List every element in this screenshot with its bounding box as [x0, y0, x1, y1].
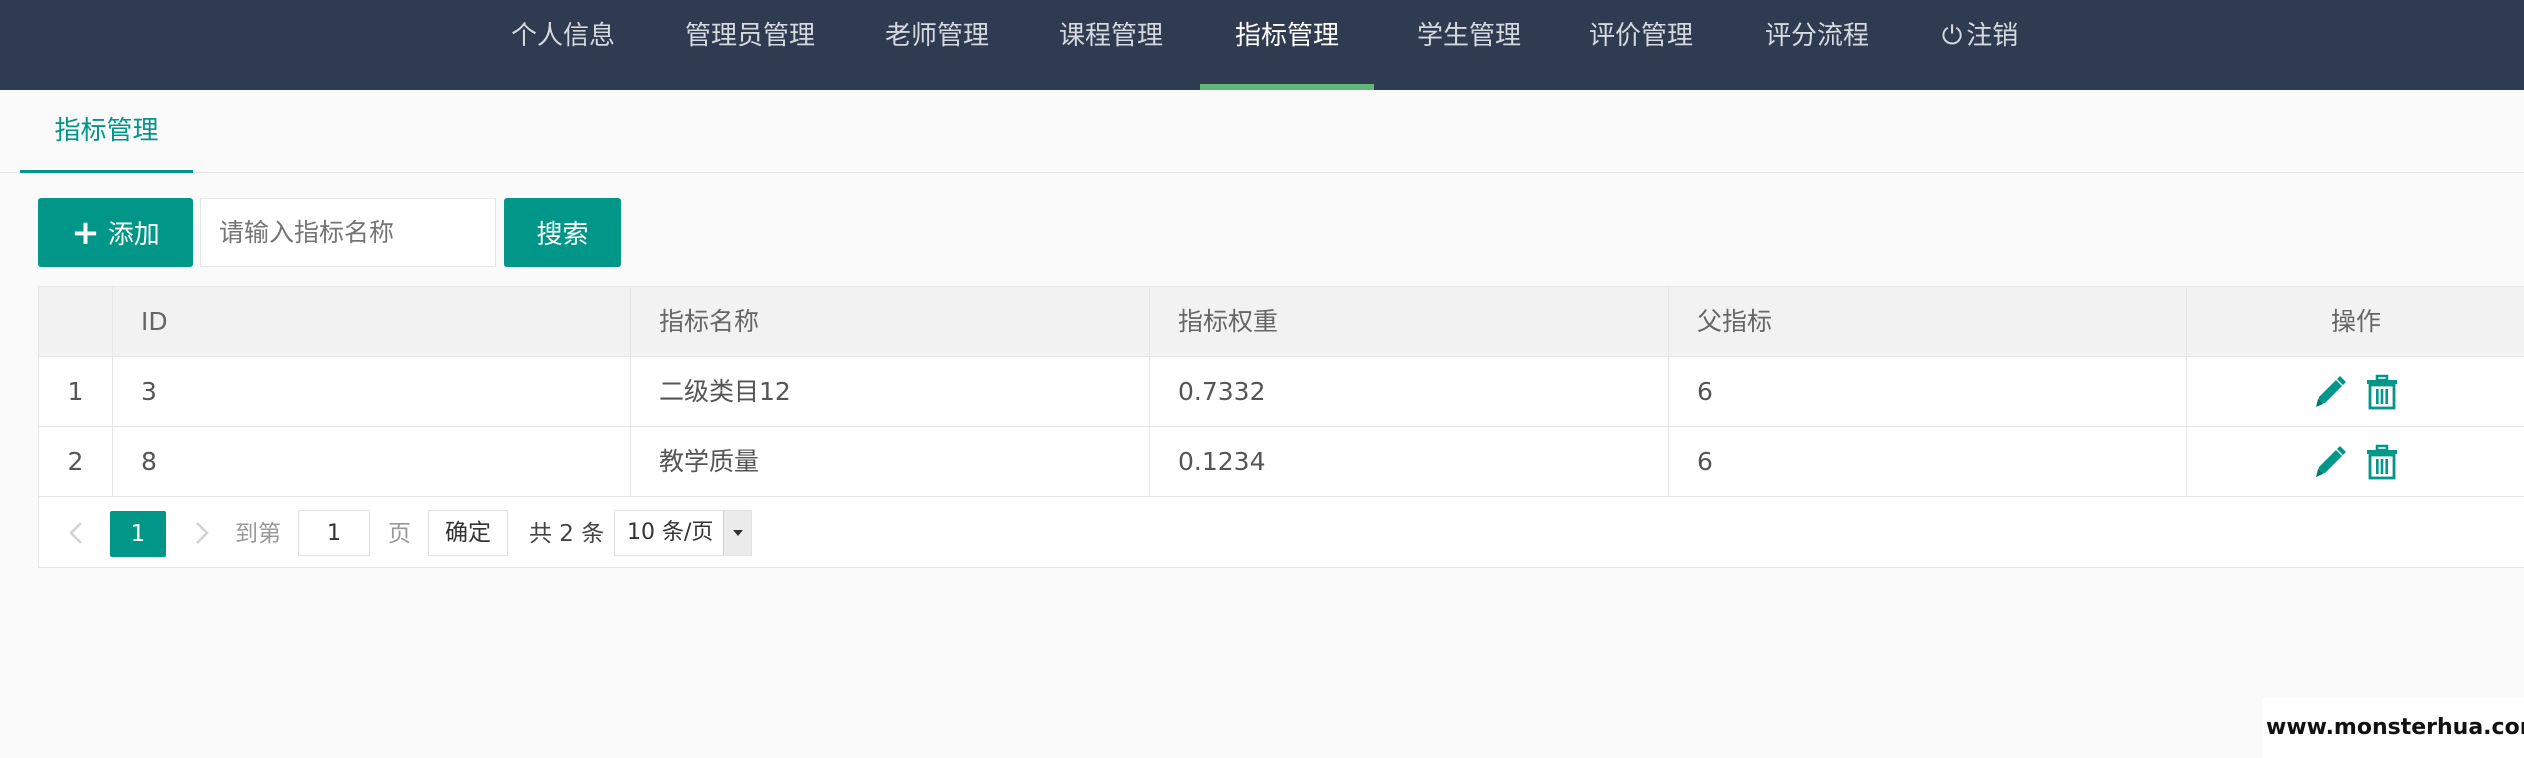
header-indicator-name: 指标名称 — [631, 287, 1150, 356]
nav-item-scoring-process[interactable]: 评分流程 — [1754, 0, 1880, 90]
watermark: www.monsterhua.com — [2262, 698, 2524, 758]
cell-id: 3 — [113, 357, 631, 426]
trash-icon[interactable] — [2365, 374, 2399, 410]
confirm-button[interactable]: 确定 — [428, 510, 508, 556]
total-count: 共 2 条 — [529, 521, 605, 547]
goto-label: 到第 — [235, 521, 281, 547]
nav-item-student-management[interactable]: 学生管理 — [1406, 0, 1532, 90]
top-navigation: 个人信息 管理员管理 老师管理 课程管理 指标管理 学生管理 评价管理 评分流程… — [0, 0, 2524, 90]
tab-indicator-management[interactable]: 指标管理 — [20, 90, 193, 173]
nav-item-course-management[interactable]: 课程管理 — [1048, 0, 1174, 90]
nav-item-indicator-management[interactable]: 指标管理 — [1200, 0, 1374, 90]
power-icon: ⏻ — [1941, 21, 1963, 51]
page-size-select[interactable]: 10 条/页 — [614, 510, 752, 556]
header-id: ID — [113, 287, 631, 356]
cell-parent-indicator: 6 — [1669, 427, 2187, 496]
page-1-button[interactable]: 1 — [110, 511, 166, 557]
logout-label: 注销 — [1966, 21, 2019, 51]
plus-icon: + — [71, 212, 100, 253]
table-header-row: ID 指标名称 指标权重 父指标 操作 — [39, 287, 2524, 357]
row-index: 1 — [39, 357, 113, 426]
cell-actions — [2187, 357, 2524, 426]
nav-item-evaluation-management[interactable]: 评价管理 — [1578, 0, 1704, 90]
header-index — [39, 287, 113, 356]
cell-indicator-weight: 0.7332 — [1150, 357, 1669, 426]
edit-icon[interactable] — [2313, 444, 2347, 480]
table-row: 1 3 二级类目12 0.7332 6 — [39, 357, 2524, 427]
nav-item-logout[interactable]: ⏻ 注销 — [1930, 0, 2030, 90]
next-page-icon[interactable] — [189, 515, 215, 551]
add-button[interactable]: + 添加 — [38, 198, 193, 267]
nav-item-personal-info[interactable]: 个人信息 — [504, 0, 622, 90]
edit-icon[interactable] — [2313, 374, 2347, 410]
cell-indicator-weight: 0.1234 — [1150, 427, 1669, 496]
cell-actions — [2187, 427, 2524, 496]
tab-bar: 指标管理 — [0, 90, 2524, 173]
indicator-table: ID 指标名称 指标权重 父指标 操作 1 3 二级类目12 0.7332 6 — [38, 286, 2524, 568]
pagination: 1 到第 页 确定 共 2 条 10 条/页 — [39, 497, 2524, 569]
cell-indicator-name: 二级类目12 — [631, 357, 1150, 426]
page-unit-label: 页 — [388, 521, 411, 547]
prev-page-icon[interactable] — [63, 515, 89, 551]
cell-id: 8 — [113, 427, 631, 496]
nav-item-teacher-management[interactable]: 老师管理 — [874, 0, 1000, 90]
goto-page-input[interactable] — [298, 510, 370, 556]
search-button[interactable]: 搜索 — [504, 198, 621, 267]
cell-indicator-name: 教学质量 — [631, 427, 1150, 496]
row-index: 2 — [39, 427, 113, 496]
header-indicator-weight: 指标权重 — [1150, 287, 1669, 356]
table-row: 2 8 教学质量 0.1234 6 — [39, 427, 2524, 497]
search-input[interactable] — [200, 198, 496, 267]
header-actions: 操作 — [2330, 307, 2381, 336]
trash-icon[interactable] — [2365, 444, 2399, 480]
add-button-label: 添加 — [107, 220, 160, 250]
page-size-value: 10 条/页 — [627, 520, 714, 545]
nav-item-admin-management[interactable]: 管理员管理 — [672, 0, 828, 90]
header-parent-indicator: 父指标 — [1669, 287, 2187, 356]
cell-parent-indicator: 6 — [1669, 357, 2187, 426]
chevron-down-icon — [723, 511, 751, 555]
